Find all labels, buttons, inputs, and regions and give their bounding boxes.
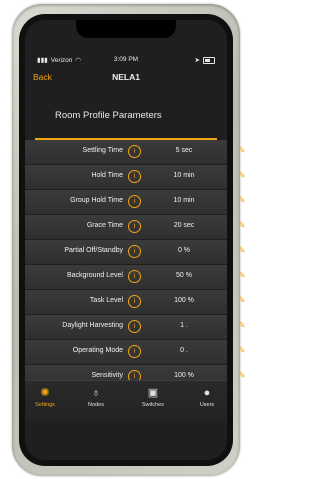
param-value: 100 % — [174, 297, 194, 304]
param-value: 10 min — [173, 197, 195, 204]
param-label: Sensitivity — [91, 372, 123, 379]
tab-nodes[interactable]: ♁ Nodes — [76, 386, 116, 408]
location-icon: ➤ — [194, 57, 200, 64]
param-label: Grace Time — [86, 222, 123, 229]
pencil-icon[interactable]: ✎ — [238, 170, 246, 181]
param-row-settling-time[interactable]: Settling Time i 5 sec ✎ — [25, 140, 246, 164]
info-icon[interactable]: i — [128, 145, 141, 158]
info-icon[interactable]: i — [128, 320, 141, 333]
section-header: Room Profile Parameters — [25, 100, 227, 140]
info-icon[interactable]: i — [128, 170, 141, 183]
param-row-partial-off-standby[interactable]: Partial Off/Standby i 0 % ✎ — [25, 240, 246, 264]
tab-switches[interactable]: ▣ Switches — [133, 386, 173, 408]
param-value: 1 . — [180, 322, 188, 329]
pencil-icon[interactable]: ✎ — [238, 195, 246, 206]
pencil-icon[interactable]: ✎ — [238, 370, 246, 381]
tab-label: Users — [199, 402, 215, 408]
param-value: 5 sec — [175, 147, 193, 154]
param-label: Operating Mode — [72, 347, 123, 354]
info-icon[interactable]: i — [128, 245, 141, 258]
tab-bar: ✺ Settings ♁ Nodes ▣ Switches ● Users — [25, 380, 227, 423]
info-icon[interactable]: i — [128, 295, 141, 308]
param-label: Settling Time — [82, 147, 123, 154]
section-title: Room Profile Parameters — [55, 110, 162, 121]
info-icon[interactable]: i — [128, 345, 141, 358]
tab-label: Nodes — [88, 402, 104, 408]
param-label: Hold Time — [91, 172, 123, 179]
pencil-icon[interactable]: ✎ — [238, 270, 246, 281]
param-label: Daylight Harvesting — [62, 322, 123, 329]
status-right: ➤ — [195, 56, 215, 64]
info-icon[interactable]: i — [128, 220, 141, 233]
parameter-list: Settling Time i 5 sec ✎ Hold Time i 10 m… — [25, 140, 246, 390]
param-row-group-hold-time[interactable]: Group Hold Time i 10 min ✎ — [25, 190, 246, 214]
param-value: 20 sec — [173, 222, 195, 229]
tab-users[interactable]: ● Users — [187, 386, 227, 408]
param-row-hold-time[interactable]: Hold Time i 10 min ✎ — [25, 165, 246, 189]
bulb-icon: ♁ — [91, 387, 101, 399]
switch-icon: ▣ — [147, 387, 159, 399]
page-title: NELA1 — [112, 72, 140, 82]
info-icon[interactable]: i — [128, 270, 141, 283]
tab-settings[interactable]: ✺ Settings — [25, 386, 65, 408]
battery-icon — [203, 56, 215, 64]
param-row-operating-mode[interactable]: Operating Mode i 0 . ✎ — [25, 340, 246, 364]
param-label: Background Level — [66, 272, 123, 279]
tab-label: Switches — [141, 402, 164, 408]
param-row-background-level[interactable]: Background Level i 50 % ✎ — [25, 265, 246, 289]
info-icon[interactable]: i — [128, 195, 141, 208]
param-value: 100 % — [174, 372, 194, 379]
param-value: 0 % — [177, 247, 191, 254]
screen-content: ▮▮▮ Verizon ◠ 3:09 PM ➤ Back NELA1 Room … — [25, 0, 246, 479]
param-label: Partial Off/Standby — [64, 247, 123, 254]
pencil-icon[interactable]: ✎ — [238, 295, 246, 306]
pencil-icon[interactable]: ✎ — [238, 345, 246, 356]
pencil-icon[interactable]: ✎ — [238, 145, 246, 156]
status-bar: ▮▮▮ Verizon ◠ 3:09 PM ➤ — [25, 54, 227, 66]
pencil-icon[interactable]: ✎ — [238, 220, 246, 231]
param-row-task-level[interactable]: Task Level i 100 % ✎ — [25, 290, 246, 314]
param-row-daylight-harvesting[interactable]: Daylight Harvesting i 1 . ✎ — [25, 315, 246, 339]
gear-icon: ✺ — [40, 387, 50, 399]
pencil-icon[interactable]: ✎ — [238, 320, 246, 331]
param-value: 50 % — [176, 272, 192, 279]
tab-label: Settings — [35, 402, 55, 408]
param-value: 0 . — [180, 347, 188, 354]
param-label: Task Level — [89, 297, 123, 304]
pencil-icon[interactable]: ✎ — [238, 245, 246, 256]
user-icon: ● — [203, 387, 211, 399]
param-row-grace-time[interactable]: Grace Time i 20 sec ✎ — [25, 215, 246, 239]
param-value: 10 min — [173, 172, 195, 179]
nav-bar: Back NELA1 — [25, 70, 227, 86]
param-label: Group Hold Time — [70, 197, 123, 204]
